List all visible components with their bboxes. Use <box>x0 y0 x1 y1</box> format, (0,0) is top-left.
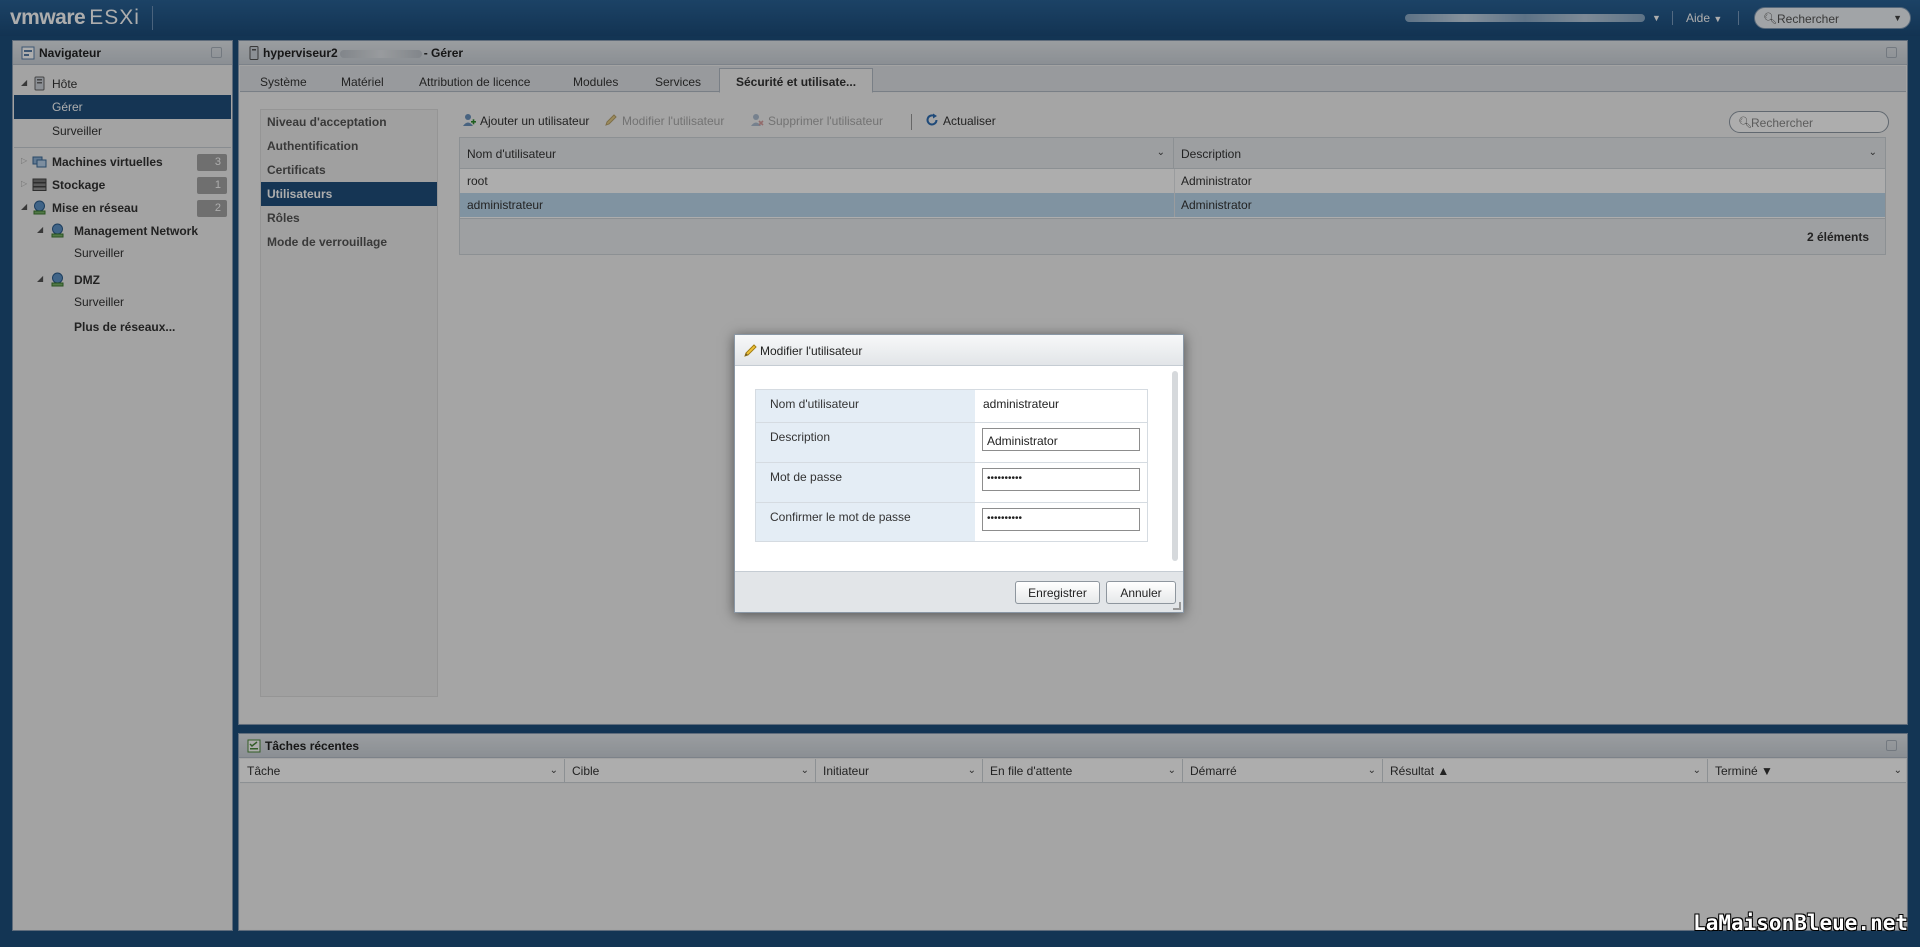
save-button[interactable]: Enregistrer <box>1015 581 1100 604</box>
form-row-confirm-password: Confirmer le mot de passe •••••••••• <box>756 503 1147 541</box>
dialog-footer: Enregistrer Annuler <box>735 571 1183 612</box>
username-value: administrateur <box>983 397 1060 411</box>
form-row-description: Description Administrator <box>756 423 1147 463</box>
edit-user-form: Nom d'utilisateur administrateur Descrip… <box>755 389 1148 542</box>
watermark: LaMaisonBleue.net <box>1693 911 1908 935</box>
description-input[interactable]: Administrator <box>982 428 1140 451</box>
dialog-title: Modifier l'utilisateur <box>760 344 863 358</box>
pencil-icon <box>744 344 757 357</box>
form-row-password: Mot de passe •••••••••• <box>756 463 1147 503</box>
confirm-password-input[interactable]: •••••••••• <box>982 508 1140 531</box>
form-row-username: Nom d'utilisateur administrateur <box>756 390 1147 423</box>
cancel-button[interactable]: Annuler <box>1106 581 1176 604</box>
dialog-scrollbar[interactable] <box>1172 371 1178 561</box>
resize-grip-icon[interactable] <box>1173 602 1181 610</box>
dialog-header: Modifier l'utilisateur <box>735 335 1183 366</box>
edit-user-dialog: Modifier l'utilisateur Nom d'utilisateur… <box>734 334 1184 613</box>
password-input[interactable]: •••••••••• <box>982 468 1140 491</box>
